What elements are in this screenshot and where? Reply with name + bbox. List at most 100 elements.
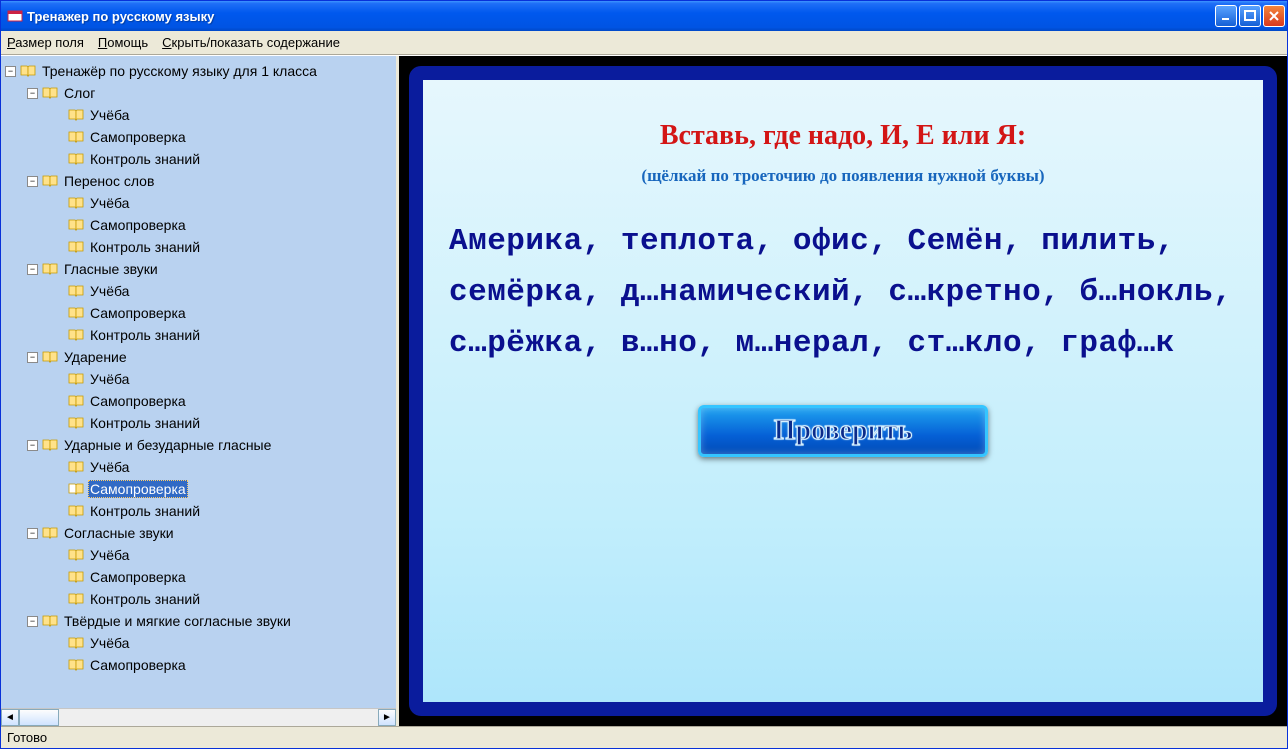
statusbar: Готово — [1, 726, 1287, 748]
window-controls — [1215, 5, 1285, 27]
tree-topic[interactable]: − Согласные звуки — [5, 522, 396, 544]
tree-item-label[interactable]: Учёба — [88, 635, 131, 651]
book-icon — [68, 131, 84, 143]
tree-item[interactable]: Учёба — [5, 544, 396, 566]
book-icon — [68, 373, 84, 385]
tree-item-label[interactable]: Учёба — [88, 371, 131, 387]
book-icon — [68, 417, 84, 429]
book-icon — [68, 285, 84, 297]
book-icon — [42, 263, 58, 275]
expander-icon[interactable]: − — [27, 440, 38, 451]
status-text: Готово — [7, 730, 47, 745]
tree-topic[interactable]: − Перенос слов — [5, 170, 396, 192]
scroll-track[interactable] — [19, 709, 378, 726]
tree-item-label[interactable]: Самопроверка — [88, 657, 188, 673]
tree-item-label[interactable]: Самопроверка — [88, 305, 188, 321]
book-icon — [68, 219, 84, 231]
expander-icon[interactable]: − — [27, 352, 38, 363]
tree-item[interactable]: Учёба — [5, 456, 396, 478]
check-button[interactable]: Проверить — [698, 405, 988, 457]
tree-topic[interactable]: − Слог — [5, 82, 396, 104]
tree-item[interactable]: Учёба — [5, 192, 396, 214]
tree-item-label[interactable]: Учёба — [88, 547, 131, 563]
tree-item-label[interactable]: Учёба — [88, 459, 131, 475]
book-icon — [68, 197, 84, 209]
tree-item[interactable]: Контроль знаний — [5, 148, 396, 170]
expander-icon[interactable]: − — [27, 528, 38, 539]
menu-toggle-toc[interactable]: Скрыть/показать содержание — [162, 35, 340, 50]
tree-item-label[interactable]: Учёба — [88, 283, 131, 299]
expander-icon[interactable]: − — [27, 176, 38, 187]
expander-icon[interactable]: − — [27, 88, 38, 99]
book-icon — [68, 395, 84, 407]
book-icon — [42, 615, 58, 627]
expander-icon[interactable]: − — [27, 616, 38, 627]
minimize-button[interactable] — [1215, 5, 1237, 27]
exercise-words[interactable]: Америка, теплота, офис, Семён, пилить, с… — [443, 216, 1243, 369]
tree-item[interactable]: Самопроверка — [5, 478, 396, 500]
book-icon — [42, 175, 58, 187]
tree-item[interactable]: Самопроверка — [5, 214, 396, 236]
tree-topic[interactable]: − Твёрдые и мягкие согласные звуки — [5, 610, 396, 632]
h-scrollbar[interactable]: ◄ ► — [1, 708, 396, 726]
tree-item-label[interactable]: Перенос слов — [62, 173, 156, 189]
tree-topic[interactable]: − Ударение — [5, 346, 396, 368]
expander-icon[interactable]: − — [5, 66, 16, 77]
tree-item-label[interactable]: Учёба — [88, 107, 131, 123]
scroll-thumb[interactable] — [19, 709, 59, 726]
tree-item-label[interactable]: Контроль знаний — [88, 239, 202, 255]
tree-item-label[interactable]: Самопроверка — [88, 393, 188, 409]
sidebar: −Тренажёр по русскому языку для 1 класса… — [1, 56, 399, 726]
tree-item[interactable]: Учёба — [5, 368, 396, 390]
tree-item-label[interactable]: Твёрдые и мягкие согласные звуки — [62, 613, 293, 629]
tree-item[interactable]: Самопроверка — [5, 126, 396, 148]
scroll-left-button[interactable]: ◄ — [1, 709, 19, 726]
book-icon — [42, 527, 58, 539]
tree-item[interactable]: Контроль знаний — [5, 500, 396, 522]
content-pane: Вставь, где надо, И, Е или Я: (щёлкай по… — [399, 56, 1287, 726]
book-icon — [68, 461, 84, 473]
tree-item-label[interactable]: Ударение — [62, 349, 129, 365]
tree-root[interactable]: − Тренажёр по русскому языку для 1 класса — [5, 60, 396, 82]
tree-item-label[interactable]: Слог — [62, 85, 97, 101]
menu-field-size[interactable]: Размер поля — [7, 35, 84, 50]
menu-help[interactable]: Помощь — [98, 35, 148, 50]
tree-item-label[interactable]: Контроль знаний — [88, 151, 202, 167]
tree-item[interactable]: Самопроверка — [5, 302, 396, 324]
book-icon — [68, 505, 84, 517]
tree-item[interactable]: Самопроверка — [5, 654, 396, 676]
tree-view[interactable]: −Тренажёр по русскому языку для 1 класса… — [1, 56, 396, 708]
close-button[interactable] — [1263, 5, 1285, 27]
tree-item-label[interactable]: Учёба — [88, 195, 131, 211]
tree-item[interactable]: Самопроверка — [5, 390, 396, 412]
tree-item-label[interactable]: Самопроверка — [88, 217, 188, 233]
tree-item-label[interactable]: Ударные и безударные гласные — [62, 437, 273, 453]
tree-item-label[interactable]: Гласные звуки — [62, 261, 160, 277]
tree-item-label[interactable]: Самопроверка — [88, 480, 188, 498]
tree-item-label[interactable]: Контроль знаний — [88, 591, 202, 607]
maximize-button[interactable] — [1239, 5, 1261, 27]
tree-item-label[interactable]: Контроль знаний — [88, 415, 202, 431]
tree-item[interactable]: Учёба — [5, 280, 396, 302]
tree-item-label[interactable]: Контроль знаний — [88, 327, 202, 343]
scroll-right-button[interactable]: ► — [378, 709, 396, 726]
tree-item-label[interactable]: Тренажёр по русскому языку для 1 класса — [40, 63, 319, 79]
tree-item[interactable]: Самопроверка — [5, 566, 396, 588]
expander-icon[interactable]: − — [27, 264, 38, 275]
window-title: Тренажер по русскому языку — [27, 9, 1215, 24]
tree-topic[interactable]: − Гласные звуки — [5, 258, 396, 280]
tree-item[interactable]: Учёба — [5, 104, 396, 126]
tree-item-label[interactable]: Самопроверка — [88, 569, 188, 585]
tree-item[interactable]: Контроль знаний — [5, 324, 396, 346]
tree-item-label[interactable]: Самопроверка — [88, 129, 188, 145]
menubar: Размер поля Помощь Скрыть/показать содер… — [1, 31, 1287, 55]
tree-item-label[interactable]: Согласные звуки — [62, 525, 176, 541]
book-icon — [68, 659, 84, 671]
tree-item[interactable]: Контроль знаний — [5, 588, 396, 610]
tree-item-label[interactable]: Контроль знаний — [88, 503, 202, 519]
tree-topic[interactable]: − Ударные и безударные гласные — [5, 434, 396, 456]
tree-item[interactable]: Контроль знаний — [5, 412, 396, 434]
tree-item[interactable]: Учёба — [5, 632, 396, 654]
tree-item[interactable]: Контроль знаний — [5, 236, 396, 258]
book-icon — [42, 87, 58, 99]
